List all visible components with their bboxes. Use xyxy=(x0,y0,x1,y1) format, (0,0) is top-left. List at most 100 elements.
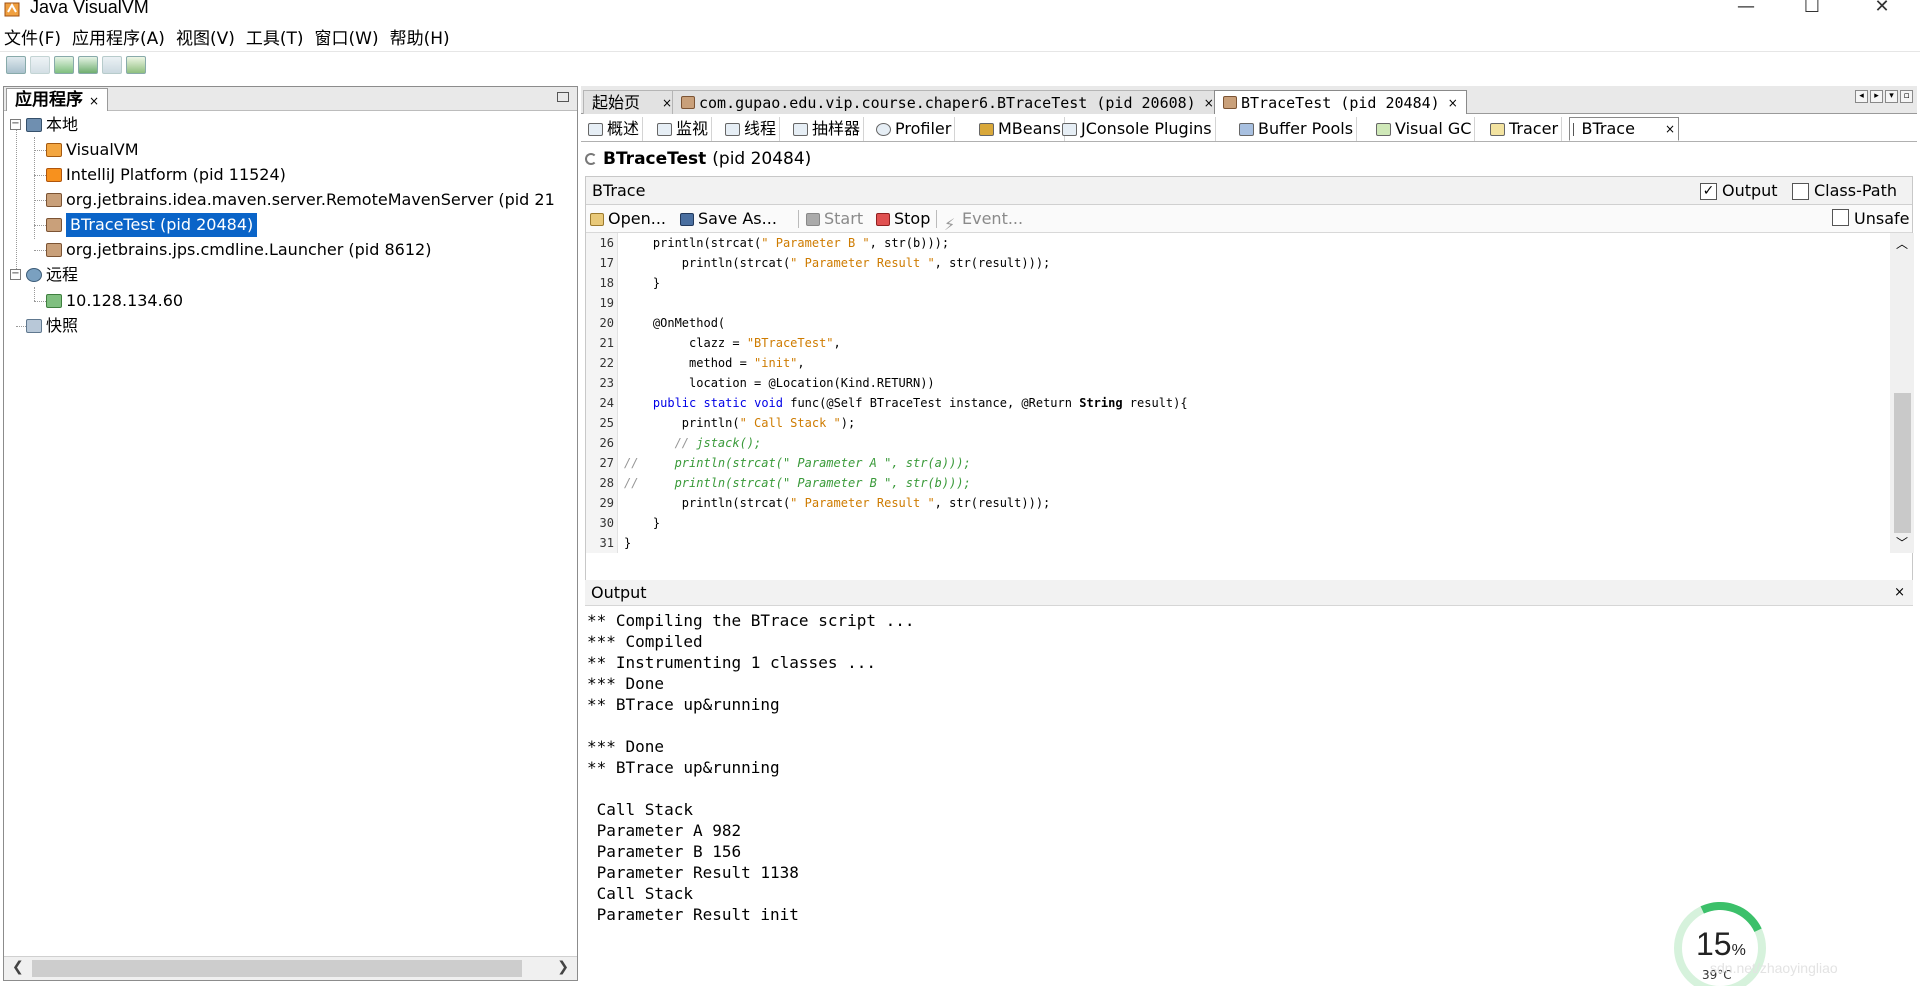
code-line: } xyxy=(624,536,632,550)
tab-btracetest-20484[interactable]: BTraceTest (pid 20484) × xyxy=(1214,90,1467,114)
tab-label: com.gupao.edu.vip.course.chaper6.BTraceT… xyxy=(699,93,1196,112)
tree-node-jps-launcher[interactable]: org.jetbrains.jps.cmdline.Launcher (pid … xyxy=(46,238,431,262)
tab-list-icon[interactable]: ▾ xyxy=(1885,90,1898,103)
scroll-left-icon[interactable]: ❮ xyxy=(12,959,24,975)
tree-node-label: VisualVM xyxy=(66,140,139,159)
scroll-down-icon[interactable]: ﹀ xyxy=(1896,534,1908,551)
scroll-tabs-left-icon[interactable]: ◂ xyxy=(1855,90,1868,103)
tab-start-page[interactable]: 起始页 × xyxy=(583,90,682,114)
tab-tracer[interactable]: Tracer xyxy=(1487,117,1563,141)
output-line: Parameter A 982 xyxy=(587,821,742,840)
event-label: Event... xyxy=(962,209,1024,228)
event-icon: ⚡ xyxy=(944,214,956,234)
menu-help[interactable]: 帮助(H) xyxy=(390,24,450,49)
add-vm-coredump-icon[interactable] xyxy=(102,55,122,74)
monitor-icon xyxy=(657,122,672,136)
scrollbar-thumb[interactable] xyxy=(1894,393,1911,533)
add-jmx-icon[interactable] xyxy=(126,55,146,74)
scrollbar-thumb[interactable] xyxy=(32,960,522,977)
classpath-checkbox-label: Class-Path xyxy=(1814,181,1898,200)
java-cup-icon xyxy=(1223,96,1237,109)
tab-visual-gc[interactable]: Visual GC xyxy=(1373,117,1476,141)
event-button[interactable]: ⚡ Event... xyxy=(944,207,1024,234)
close-output-icon[interactable]: × xyxy=(1894,580,1905,606)
applications-tab-label: 应用程序 xyxy=(15,90,83,110)
output-checkbox[interactable]: ✓ xyxy=(1700,183,1717,200)
scroll-tabs-right-icon[interactable]: ▸ xyxy=(1870,90,1883,103)
tab-sampler[interactable]: 抽样器 xyxy=(790,117,865,141)
tab-btrace[interactable]: BTrace × xyxy=(1569,117,1679,141)
save-as-button[interactable]: Save As... xyxy=(680,207,777,231)
tab-buffer-pools[interactable]: Buffer Pools xyxy=(1236,117,1358,141)
scroll-up-icon[interactable]: ︿ xyxy=(1896,235,1908,252)
tree-node-maven-server[interactable]: org.jetbrains.idea.maven.server.RemoteMa… xyxy=(46,188,555,212)
tab-monitor[interactable]: 监视 xyxy=(654,117,713,141)
horizontal-scrollbar[interactable]: ❮ ❯ xyxy=(4,956,577,980)
tree-node-snapshots[interactable]: 快照 xyxy=(26,314,78,338)
output-line: ** BTrace up&running xyxy=(587,758,780,777)
start-button[interactable]: Start xyxy=(806,207,863,231)
tab-btracetest-20608[interactable]: com.gupao.edu.vip.course.chaper6.BTraceT… xyxy=(672,90,1223,114)
view-tabs: 概述 监视 线程 抽样器 Profiler MBeans JConsole Pl… xyxy=(581,116,1917,142)
applications-panel: 应用程序 × − 本地 VisualVM IntelliJ Platform (p… xyxy=(3,86,578,981)
tab-label: 起始页 xyxy=(592,92,641,112)
watermark-text: sdn.net/zhaoyingliao xyxy=(1710,960,1838,976)
tab-controls: ◂ ▸ ▾ ▫ xyxy=(1855,90,1913,103)
remote-host-icon xyxy=(26,268,42,282)
unsafe-checkbox[interactable] xyxy=(1832,209,1849,226)
output-line: *** Done xyxy=(587,674,665,693)
tree-node-label: 10.128.134.60 xyxy=(66,291,184,310)
btrace-header: BTrace ✓ Output Class-Path xyxy=(586,177,1912,205)
close-tab-icon[interactable]: × xyxy=(1204,92,1214,114)
load-snapshot-icon[interactable] xyxy=(6,55,26,74)
mbeans-icon xyxy=(979,122,994,136)
add-jmx-connection-icon[interactable] xyxy=(54,55,74,74)
btrace-marker-icon xyxy=(1573,122,1578,136)
tab-label: JConsole Plugins xyxy=(1081,119,1212,138)
menu-view[interactable]: 视图(V) xyxy=(176,24,235,49)
code-editor[interactable]: 16 17 18 19 20 21 22 23 24 25 26 27 28 29 30 31 println… xyxy=(586,233,1914,553)
tree-node-btracetest[interactable]: BTraceTest (pid 20484) xyxy=(46,213,258,237)
tab-jconsole-plugins[interactable]: JConsole Plugins xyxy=(1059,117,1216,141)
scroll-right-icon[interactable]: ❯ xyxy=(557,959,569,975)
open-button[interactable]: Open... xyxy=(590,207,666,231)
close-tab-icon[interactable]: × xyxy=(1448,92,1458,114)
tab-threads[interactable]: 线程 xyxy=(722,117,781,141)
tab-mbeans[interactable]: MBeans xyxy=(976,117,1065,141)
tree-node-visualvm[interactable]: VisualVM xyxy=(46,138,139,162)
tree-node-intellij[interactable]: IntelliJ Platform (pid 11524) xyxy=(46,163,286,187)
maximize-window-icon[interactable]: ▫ xyxy=(1900,90,1913,103)
menu-file[interactable]: 文件(F) xyxy=(4,24,61,49)
classpath-checkbox[interactable] xyxy=(1792,183,1809,200)
tab-label: BTraceTest (pid 20484) xyxy=(1241,93,1440,112)
maximize-button[interactable]: ☐ xyxy=(1792,0,1832,18)
applications-tab[interactable]: 应用程序 × xyxy=(6,88,109,111)
add-remote-host-icon[interactable] xyxy=(78,55,98,74)
close-tab-icon[interactable]: × xyxy=(662,92,672,114)
code-line: // println(strcat(" Parameter B ", str(b… xyxy=(624,476,971,490)
tab-profiler[interactable]: Profiler xyxy=(873,117,956,141)
tab-overview[interactable]: 概述 xyxy=(585,117,644,141)
tree-node-local-label: 本地 xyxy=(46,115,79,134)
collapse-remote-icon[interactable]: − xyxy=(10,269,21,280)
tree-node-remote[interactable]: 远程 xyxy=(26,263,78,287)
close-button[interactable]: ✕ xyxy=(1862,0,1902,18)
output-checkbox-label: Output xyxy=(1722,181,1778,200)
profiler-icon xyxy=(876,122,891,136)
minimize-button[interactable]: — xyxy=(1726,0,1766,18)
tab-label: 线程 xyxy=(744,119,777,138)
collapse-local-icon[interactable]: − xyxy=(10,119,21,130)
menu-application[interactable]: 应用程序(A) xyxy=(72,24,165,49)
save-snapshot-icon[interactable] xyxy=(30,55,50,74)
editor-vertical-scrollbar[interactable]: ︿ ﹀ xyxy=(1890,233,1914,553)
menu-window[interactable]: 窗口(W) xyxy=(315,24,379,49)
close-tab-icon[interactable]: × xyxy=(1665,117,1675,141)
minimize-panel-icon[interactable] xyxy=(557,92,569,102)
line-number: 16 xyxy=(599,236,614,250)
close-icon[interactable]: × xyxy=(89,94,99,108)
menu-tools[interactable]: 工具(T) xyxy=(246,24,304,49)
stop-button[interactable]: Stop xyxy=(876,207,930,231)
tree-node-remote-host[interactable]: 10.128.134.60 xyxy=(46,289,183,313)
tree-node-local[interactable]: 本地 xyxy=(26,113,78,137)
code-line: println(" Call Stack "); xyxy=(624,416,856,430)
